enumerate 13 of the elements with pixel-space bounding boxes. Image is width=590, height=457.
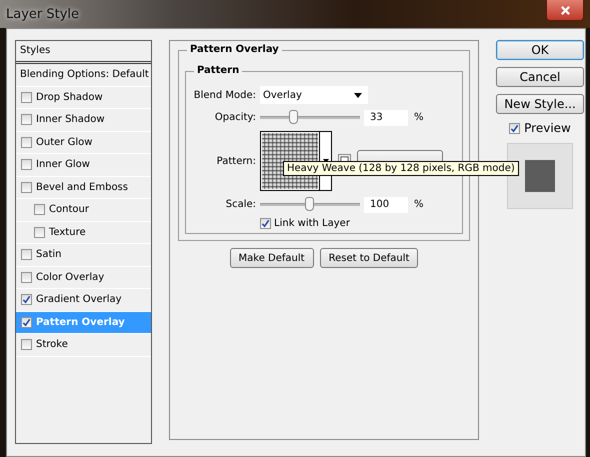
unit-label: % [413,112,425,123]
group-title: Pattern [194,65,242,76]
tooltip: Heavy Weave (128 by 128 pixels, RGB mode) [283,161,519,176]
checkbox-label: Link with Layer [274,218,350,229]
checkbox-label: Preview [524,121,571,135]
field-label: Pattern: [216,156,256,166]
unit-label: % [413,199,425,210]
field-label: Blend Mode: [192,90,256,100]
field-label: Opacity: [214,112,256,123]
group-title: Pattern Overlay [187,44,282,55]
field-label: Scale: [224,199,256,210]
window-title: Layer Style [5,6,80,22]
list-header: Styles [16,41,151,64]
